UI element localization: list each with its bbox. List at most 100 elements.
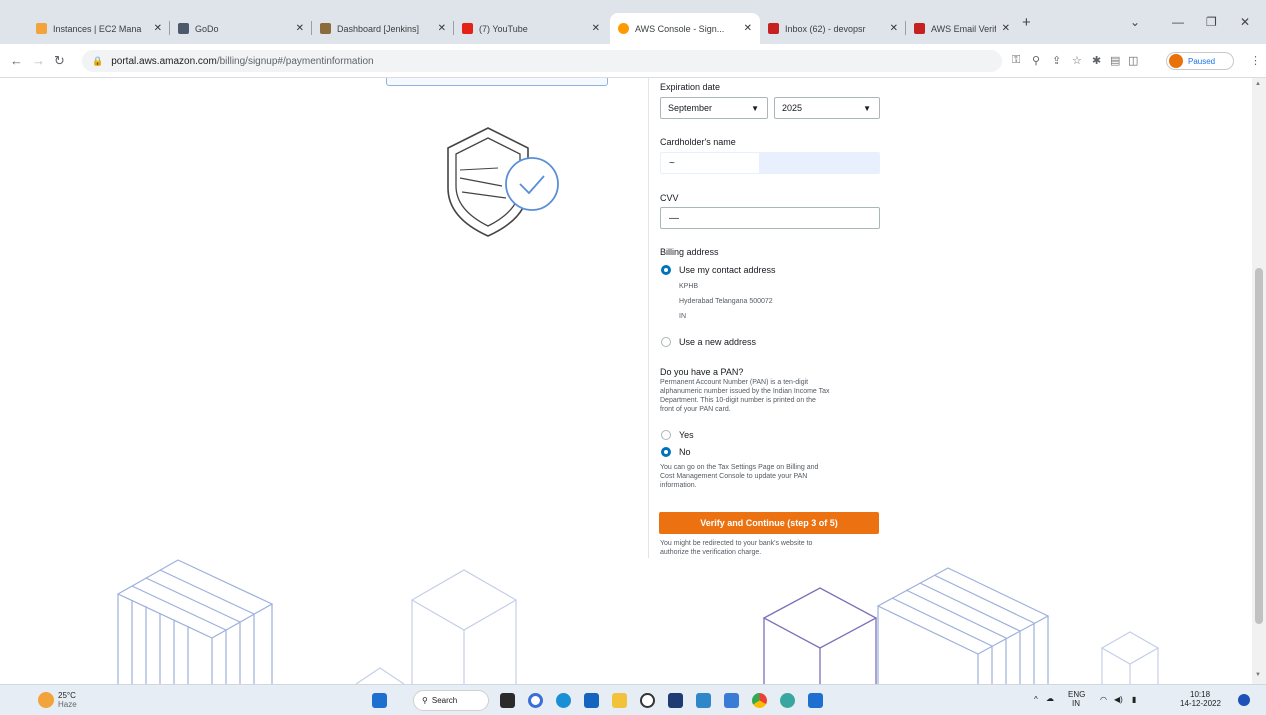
reload-icon[interactable]: ↻ [54, 53, 65, 69]
pan-no-label[interactable]: No [679, 447, 691, 457]
pan-question: Do you have a PAN? [660, 367, 744, 377]
aws-favicon-icon [36, 23, 47, 34]
extensions-icon[interactable]: ✱ [1092, 54, 1101, 67]
onedrive-icon[interactable]: ☁ [1046, 694, 1054, 703]
expiration-label: Expiration date [660, 82, 721, 92]
bookmark-star-icon[interactable]: ☆ [1072, 54, 1082, 67]
split-icon[interactable]: ▤ [1110, 54, 1120, 67]
pan-no-radio[interactable] [661, 447, 671, 457]
tax-settings-note: You can go on the Tax Settings Page on B… [660, 464, 819, 471]
side-panel-icon[interactable]: ◫ [1128, 54, 1138, 67]
close-icon[interactable]: ✕ [592, 23, 600, 34]
redirect-note: You might be redirected to your bank's w… [660, 540, 813, 547]
app-icon[interactable] [780, 693, 795, 708]
use-new-address-radio[interactable] [661, 337, 671, 347]
tab-aws-console[interactable]: AWS Console - Sign... ✕ [610, 13, 760, 44]
use-contact-address-radio[interactable] [661, 265, 671, 275]
weather-sun-icon[interactable] [38, 692, 54, 708]
page-scrollbar[interactable]: ▲ ▼ [1252, 78, 1266, 684]
volume-icon[interactable]: ◀) [1114, 695, 1123, 704]
file-explorer-icon[interactable] [612, 693, 627, 708]
g-favicon-icon [178, 23, 189, 34]
close-icon[interactable]: ✕ [744, 23, 752, 34]
dropdown-caret-icon: ▼ [751, 103, 759, 113]
scroll-down-icon[interactable]: ▼ [1255, 672, 1261, 678]
back-arrow-icon[interactable]: ← [10, 53, 23, 68]
notification-icon[interactable] [1238, 694, 1250, 706]
battery-icon[interactable]: ▮ [1132, 695, 1136, 704]
cvv-label: CVV [660, 193, 679, 203]
windows-start-icon[interactable] [372, 693, 387, 708]
card-number-field-edge[interactable] [386, 78, 608, 86]
minimize-icon[interactable]: — [1172, 15, 1184, 29]
avatar [1169, 54, 1183, 68]
edge-browser-icon[interactable] [556, 693, 571, 708]
app-circle-icon[interactable] [640, 693, 655, 708]
lock-icon: 🔒 [92, 55, 104, 66]
use-new-address-label[interactable]: Use a new address [679, 337, 756, 347]
browser-toolbar: ← → ↻ 🔒 portal.aws.amazon.com/billing/si… [0, 44, 1266, 78]
tab-youtube[interactable]: (7) YouTube ✕ [454, 13, 608, 44]
cardholder-label: Cardholder's name [660, 137, 736, 147]
tray-chevron-icon[interactable]: ^ [1034, 695, 1038, 704]
clock-time[interactable]: 10:18 [1190, 690, 1210, 699]
tab-ec2[interactable]: Instances | EC2 Mana ✕ [28, 13, 170, 44]
payment-form: Expiration date September ▼ 2025 ▼ Cardh… [648, 78, 884, 558]
profile-button[interactable]: Paused [1166, 52, 1234, 70]
new-tab-button[interactable]: + [1022, 14, 1031, 31]
pan-description: front of your PAN card. [660, 406, 731, 413]
cvv-input[interactable]: — [660, 207, 880, 229]
clock-date[interactable]: 14-12-2022 [1180, 699, 1221, 708]
zoom-icon[interactable]: ⚲ [1032, 54, 1040, 67]
tab-search-chevron-icon[interactable]: ⌄ [1130, 15, 1140, 29]
pan-yes-label[interactable]: Yes [679, 430, 694, 440]
tab-jenkins[interactable]: Dashboard [Jenkins] ✕ [312, 13, 454, 44]
share-icon[interactable]: ⇪ [1052, 54, 1061, 67]
gmail-favicon-icon [768, 23, 779, 34]
security-shield-icon [447, 127, 559, 237]
cardholder-name-input[interactable]: ~ [660, 152, 880, 174]
app-icon[interactable] [668, 693, 683, 708]
menu-dots-icon[interactable]: ⋮ [1250, 54, 1261, 67]
taskbar-search[interactable]: ⚲ Search [413, 690, 489, 711]
chat-icon[interactable] [528, 693, 543, 708]
chrome-icon[interactable] [752, 693, 767, 708]
address-line-2: Hyderabad Telangana 500072 [679, 298, 773, 305]
scrollbar-thumb[interactable] [1255, 268, 1263, 624]
app-icon[interactable] [696, 693, 711, 708]
address-bar[interactable]: 🔒 portal.aws.amazon.com/billing/signup#/… [82, 50, 1002, 72]
pan-yes-radio[interactable] [661, 430, 671, 440]
tab-godo[interactable]: GoDo ✕ [170, 13, 312, 44]
scroll-up-icon[interactable]: ▲ [1255, 81, 1261, 87]
language-indicator[interactable]: ENG [1068, 690, 1085, 699]
wifi-icon[interactable]: ◠ [1100, 695, 1107, 704]
window-close-icon[interactable]: ✕ [1240, 15, 1250, 29]
expiration-month-select[interactable]: September ▼ [660, 97, 768, 119]
store-icon[interactable] [584, 693, 599, 708]
weather-desc[interactable]: Haze [58, 700, 77, 709]
decorative-boxes-illustration [116, 559, 1160, 684]
restore-icon[interactable]: ❐ [1206, 15, 1217, 29]
close-icon[interactable]: ✕ [1002, 23, 1010, 34]
expiration-year-select[interactable]: 2025 ▼ [774, 97, 880, 119]
weather-temp[interactable]: 25°C [58, 691, 76, 700]
key-icon[interactable]: ⚿ [1012, 54, 1020, 67]
tab-gmail-inbox[interactable]: Inbox (62) - devopsr ✕ [760, 13, 906, 44]
task-view-icon[interactable] [500, 693, 515, 708]
pan-description: alphanumeric number issued by the Indian… [660, 388, 830, 395]
close-icon[interactable]: ✕ [154, 23, 162, 34]
search-icon: ⚲ [422, 696, 428, 705]
outlook-icon[interactable] [808, 693, 823, 708]
address-line-1: KPHB [679, 283, 699, 290]
verify-and-continue-button[interactable]: Verify and Continue (step 3 of 5) [659, 512, 879, 534]
pan-description: Department. This 10-digit number is prin… [660, 397, 816, 404]
use-contact-address-label[interactable]: Use my contact address [679, 265, 776, 275]
close-icon[interactable]: ✕ [296, 23, 304, 34]
language-region[interactable]: IN [1072, 699, 1080, 708]
aws-favicon-icon [618, 23, 629, 34]
remote-desktop-icon[interactable] [724, 693, 739, 708]
close-icon[interactable]: ✕ [890, 23, 898, 34]
close-icon[interactable]: ✕ [438, 23, 446, 34]
forward-arrow-icon[interactable]: → [32, 53, 45, 68]
tab-gmail-verification[interactable]: AWS Email Verificati ✕ [906, 13, 1018, 44]
